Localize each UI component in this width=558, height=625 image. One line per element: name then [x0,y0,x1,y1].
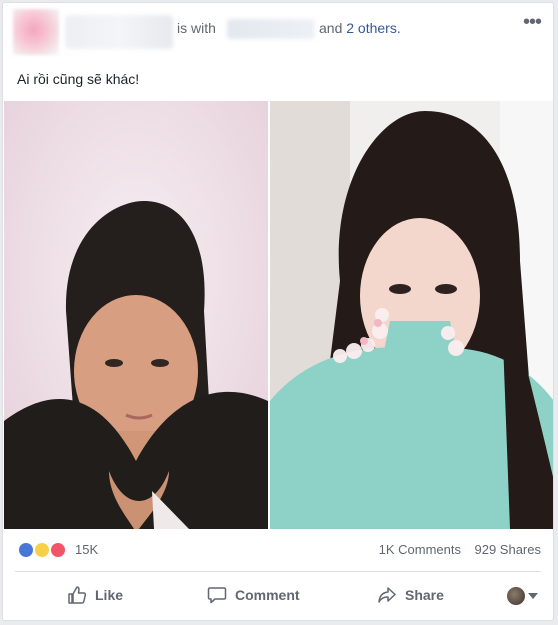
comment-button[interactable]: Comment [207,581,300,609]
reaction-audience-selector[interactable] [507,585,541,607]
share-arrow-icon [378,587,396,603]
share-label: Share [405,587,444,603]
photo-after-illustration [270,101,553,529]
tagged-friend-blurred[interactable] [227,19,315,39]
is-with-text: is with [177,20,216,36]
shares-count[interactable]: 929 Shares [475,542,542,557]
others-link[interactable]: 2 others. [346,20,400,36]
comments-count[interactable]: 1K Comments [379,542,461,557]
thumbs-up-icon [68,586,87,604]
love-reaction-icon [49,541,67,559]
like-button[interactable]: Like [67,581,123,609]
comment-label: Comment [235,587,300,603]
divider [15,571,541,572]
photo-before-illustration [4,101,268,529]
small-avatar [507,587,525,605]
action-bar: Like Comment Share [3,575,553,615]
reaction-count[interactable]: 15K [75,542,98,557]
author-name-blurred[interactable] [65,15,173,49]
reactions-row: 15K 1K Comments 929 Shares [3,529,553,571]
post-header: is with and 2 others. ••• [3,3,553,63]
more-dots-icon[interactable]: ••• [523,11,542,34]
author-avatar[interactable] [13,9,59,55]
share-button[interactable]: Share [377,581,444,609]
post-card: is with and 2 others. ••• Ai rồi cũng sẽ… [2,2,554,621]
photo-after[interactable] [270,101,553,529]
and-text: and [319,20,343,36]
chevron-down-icon [528,593,538,599]
photo-collage [4,101,553,529]
reaction-icons[interactable] [17,541,75,559]
photo-before[interactable] [4,101,268,529]
comment-bubble-icon [207,587,227,604]
and-others-text: and 2 others. [319,20,401,36]
post-text: Ai rồi cũng sẽ khác! [17,71,140,87]
like-label: Like [95,587,124,603]
